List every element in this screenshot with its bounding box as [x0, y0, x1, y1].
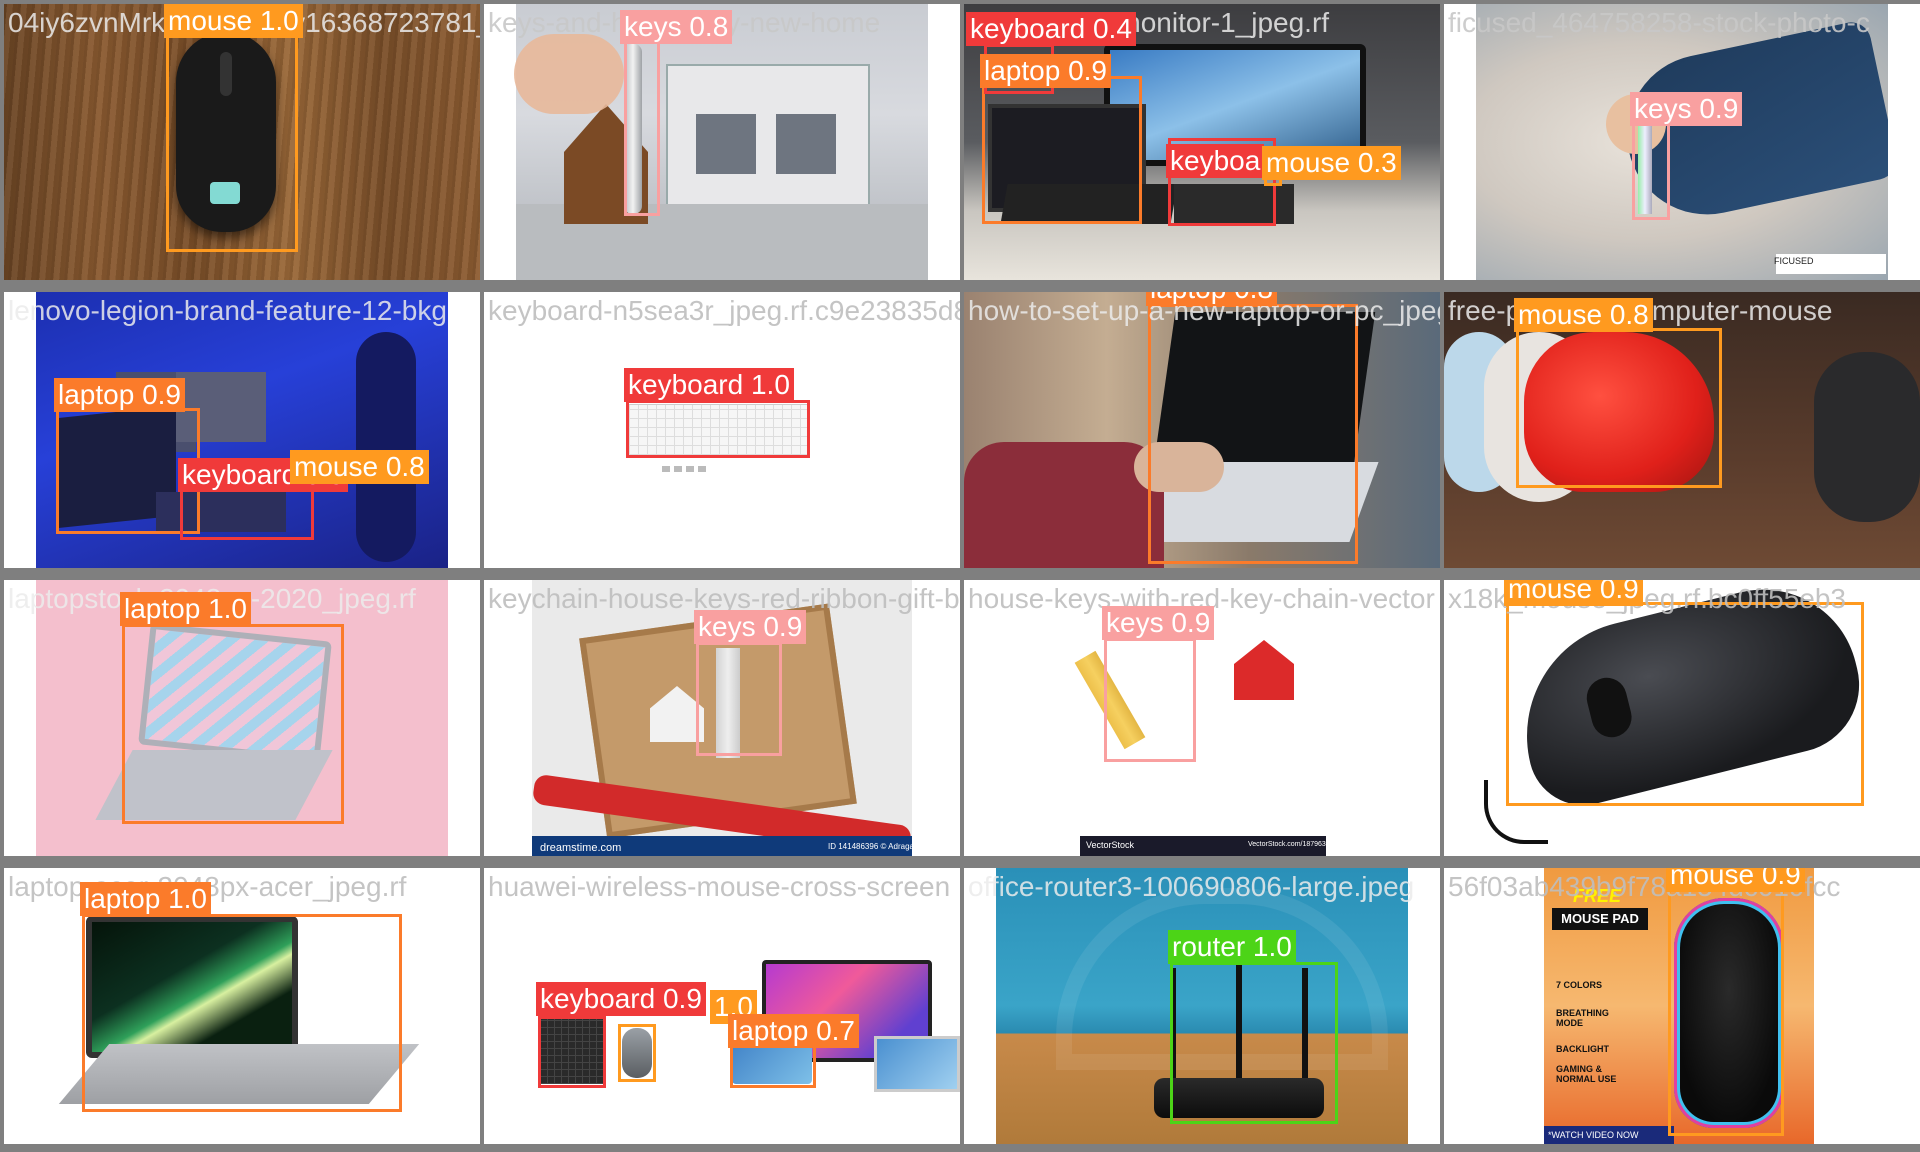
bbox-label-mouse: mouse 0.9 — [1666, 868, 1805, 892]
bbox-laptop — [982, 76, 1142, 224]
ad-free-text: FREE — [1572, 886, 1621, 906]
bbox-mouse — [166, 28, 298, 252]
bbox-label-laptop: laptop 1.0 — [80, 882, 211, 916]
ad-title: MOUSE PAD — [1552, 908, 1648, 930]
tile-huawei-devices: huawei-wireless-mouse-cross-screen keybo… — [484, 868, 960, 1144]
dreamstime-watermark: dreamstime.com — [540, 842, 622, 854]
bbox-label-mouse: mouse 0.3 — [1262, 146, 1401, 180]
vectorstock-id: VectorStock.com/1879632 — [1248, 841, 1330, 848]
bbox-label-laptop: laptop 1.0 — [120, 592, 251, 626]
bbox-label-mouse: mouse 0.8 — [290, 450, 429, 484]
bbox-label-keys: keys 0.9 — [1102, 606, 1215, 640]
blurred-photo — [1476, 4, 1888, 280]
tile-keyboard-white: keyboard-n5sea3r_jpeg.rf.c9e23835d87 key… — [484, 292, 960, 568]
bbox-label-keys: keys 0.8 — [620, 10, 733, 44]
bbox-laptop — [122, 624, 344, 824]
ficused-watermark: FICUSED — [1774, 256, 1814, 266]
tile-gift-keys: dreamstime.com ID 141486396 © Adragan ke… — [484, 580, 960, 856]
tile-mouse-wood: 04iy6zvnMrk_LMTC-1-v16368723781_jpg mous… — [4, 4, 480, 280]
bbox-laptop — [82, 914, 402, 1112]
laptop-object-2 — [874, 1036, 960, 1092]
vectorstock-watermark: VectorStock — [1086, 840, 1135, 850]
bbox-mouse — [1668, 882, 1784, 1136]
bbox-label-mouse: mouse 0.8 — [1514, 298, 1653, 332]
bbox-keyboard — [626, 400, 810, 458]
ad-feature-3: BACKLIGHT — [1556, 1044, 1609, 1054]
bbox-label-router: router 1.0 — [1168, 930, 1296, 964]
bbox-label-keyboard: keyboard 0.4 — [966, 12, 1136, 46]
filename-label: keyboard-n5sea3r_jpeg.rf.c9e23835d87 — [488, 295, 960, 326]
bbox-router — [1170, 962, 1338, 1124]
bbox-label-keys: keys 0.9 — [694, 610, 807, 644]
dreamstime-id: ID 141486396 © Adragan — [828, 842, 919, 851]
bbox-label-keyboard: keyboard 0.9 — [536, 982, 706, 1016]
bbox-label-keyboard-2: keyboa — [1166, 144, 1264, 178]
tile-laptop-pink: laptopstock-2048px-2020_jpeg.rf laptop 1… — [4, 580, 480, 856]
tile-vector-keys: VectorStock VectorStock.com/1879632 hous… — [964, 580, 1440, 856]
bbox-keyboard — [538, 1016, 606, 1088]
tile-gaming-mouse-ad: FREE MOUSE PAD 7 COLORS BREATHING MODE B… — [1444, 868, 1920, 1144]
tile-acer-laptop: laptop-acer-2048px-acer_jpeg.rf laptop 1… — [4, 868, 480, 1144]
bbox-keys — [1632, 122, 1670, 220]
ad-feature-4: GAMING & NORMAL USE — [1556, 1064, 1617, 1084]
hand — [514, 34, 624, 114]
bbox-label-mouse: mouse 1.0 — [164, 4, 303, 38]
bbox-label-laptop: laptop 0.9 — [54, 378, 185, 412]
bbox-label-laptop: laptop 0.7 — [728, 1014, 859, 1048]
bbox-laptop — [1148, 304, 1358, 564]
bbox-keys — [696, 642, 782, 756]
tile-lenovo-legion: lenovo-legion-brand-feature-12-bkg lapto… — [4, 292, 480, 568]
bbox-mouse — [618, 1024, 656, 1082]
bbox-mouse — [1506, 602, 1864, 806]
bbox-label-laptop: laptop 0.8 — [1146, 292, 1277, 306]
bbox-label-laptop: laptop 0.9 — [980, 54, 1111, 88]
tile-keys-hand: ficused_464758258-stock-photo-c keys 0.9… — [1444, 4, 1920, 280]
bbox-label-keyboard: keyboard 1.0 — [624, 368, 794, 402]
tile-laptop-setup: how-to-set-up-a-new-laptop-or-pc_jpeg la… — [964, 292, 1440, 568]
bbox-keyboard — [180, 488, 314, 540]
bbox-keys — [624, 38, 660, 216]
house-keychain — [1234, 640, 1294, 700]
tile-red-mouse: free-printable-computer-mouse mouse 0.8 — [1444, 292, 1920, 568]
tile-desk-setup: laptop-as-a-monitor-1_jpeg.rf keyboard 0… — [964, 4, 1440, 280]
ad-feature-2: BREATHING MODE — [1556, 1008, 1609, 1028]
filename-label: huawei-wireless-mouse-cross-screen — [488, 871, 951, 902]
bbox-keys — [1104, 638, 1196, 762]
ad-feature-1: 7 COLORS — [1556, 980, 1603, 990]
pagination-dots — [662, 466, 710, 472]
bbox-label-keys: keys 0.9 — [1630, 92, 1743, 126]
tile-black-mouse: x18k_mouse_jpeg.rf.bc0ff55eb3 mouse 0.9 — [1444, 580, 1920, 856]
bbox-mouse — [1516, 328, 1722, 488]
tile-router: office-router3-100690806-large.jpeg rout… — [964, 868, 1440, 1144]
tile-keys-house: keys-and-house-key-new-home keys 0.8 — [484, 4, 960, 280]
bbox-label-mouse: mouse 0.9 — [1504, 580, 1643, 606]
ad-cta: *WATCH VIDEO NOW — [1544, 1126, 1674, 1144]
